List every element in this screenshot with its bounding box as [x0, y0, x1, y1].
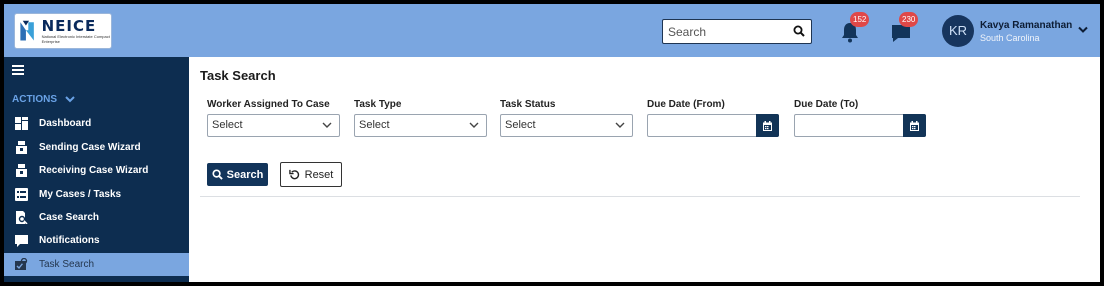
reset-icon: [288, 169, 299, 180]
logo-subtitle: National Electronic Interstate Compact E…: [41, 33, 110, 44]
sidebar-item-dashboard[interactable]: Dashboard: [4, 112, 189, 135]
calendar-icon: [910, 120, 919, 131]
dashboard-icon: [15, 117, 28, 130]
due-date-to-calendar-button[interactable]: [903, 114, 926, 137]
sidebar-item-label: My Cases / Tasks: [39, 189, 122, 200]
search-button[interactable]: Search: [207, 163, 268, 186]
sidebar-item-label: Receiving Case Wizard: [39, 165, 149, 176]
sidebar-item-sending-case-wizard[interactable]: Sending Case Wizard: [4, 136, 189, 159]
search-icon: [212, 169, 223, 180]
notifications-badge: 152: [850, 12, 870, 27]
due-date-from-input[interactable]: [647, 114, 779, 137]
global-search-input[interactable]: [668, 24, 788, 39]
sidebar-item-receiving-case-wizard[interactable]: Receiving Case Wizard: [4, 159, 189, 182]
reset-button[interactable]: Reset: [280, 162, 342, 187]
chevron-down-icon: [469, 122, 479, 128]
page-title: Task Search: [200, 68, 276, 83]
task-status-label: Task Status: [500, 99, 556, 110]
task-status-select[interactable]: Select: [500, 114, 633, 137]
chat-icon: [15, 235, 28, 247]
search-button-label: Search: [226, 168, 264, 181]
sending-case-icon: [16, 141, 27, 154]
task-type-select[interactable]: Select: [354, 114, 487, 137]
logo-mark-icon: [20, 20, 34, 41]
actions-label: ACTIONS: [12, 94, 57, 105]
neice-logo[interactable]: NEICE National Electronic Interstate Com…: [14, 13, 112, 49]
app-window: NEICE National Electronic Interstate Com…: [4, 4, 1100, 282]
sidebar-item-task-search[interactable]: Task Search: [4, 253, 189, 276]
task-status-select-value: Select: [505, 119, 536, 131]
receiving-case-icon: [16, 164, 27, 177]
calendar-icon: [763, 120, 772, 131]
chevron-down-icon[interactable]: [1078, 26, 1088, 34]
sidebar-item-label: Task Search: [39, 259, 95, 270]
due-date-from-calendar-button[interactable]: [756, 114, 779, 137]
task-type-label: Task Type: [354, 99, 402, 110]
top-header: NEICE National Electronic Interstate Com…: [4, 4, 1100, 57]
sidebar-item-label: Case Search: [39, 212, 100, 223]
due-date-to-label: Due Date (To): [794, 99, 859, 110]
user-name[interactable]: Kavya Ramanathan: [980, 20, 1072, 31]
sidebar-item-label: Dashboard: [39, 118, 92, 129]
chevron-down-icon: [65, 96, 75, 103]
user-avatar[interactable]: KR: [942, 15, 974, 47]
worker-select[interactable]: Select: [207, 114, 340, 137]
user-state: South Carolina: [980, 33, 1040, 43]
sidebar-item-my-cases-tasks[interactable]: My Cases / Tasks: [4, 183, 189, 206]
messages-badge: 230: [899, 12, 919, 27]
list-icon: [15, 188, 28, 201]
chevron-down-icon: [615, 122, 625, 128]
sidebar: ACTIONS Dashboard Sending Case Wizard Re…: [4, 57, 189, 282]
case-search-icon: [16, 211, 28, 224]
actions-toggle[interactable]: ACTIONS: [12, 94, 75, 105]
due-date-to-input[interactable]: [794, 114, 926, 137]
hamburger-menu-icon[interactable]: [12, 65, 24, 75]
sidebar-item-case-search[interactable]: Case Search: [4, 206, 189, 229]
sidebar-item-label: Sending Case Wizard: [39, 142, 141, 153]
worker-label: Worker Assigned To Case: [207, 99, 330, 110]
worker-select-value: Select: [212, 119, 243, 131]
due-date-from-label: Due Date (From): [647, 99, 725, 110]
divider: [200, 196, 1080, 197]
task-search-icon: [15, 258, 28, 270]
task-type-select-value: Select: [359, 119, 390, 131]
search-icon[interactable]: [793, 25, 805, 37]
logo-title: NEICE: [41, 16, 97, 35]
sidebar-item-label: Notifications: [39, 235, 100, 246]
reset-button-label: Reset: [304, 168, 334, 181]
sidebar-item-notifications[interactable]: Notifications: [4, 229, 189, 252]
chevron-down-icon: [322, 122, 332, 128]
global-search[interactable]: [662, 19, 812, 44]
